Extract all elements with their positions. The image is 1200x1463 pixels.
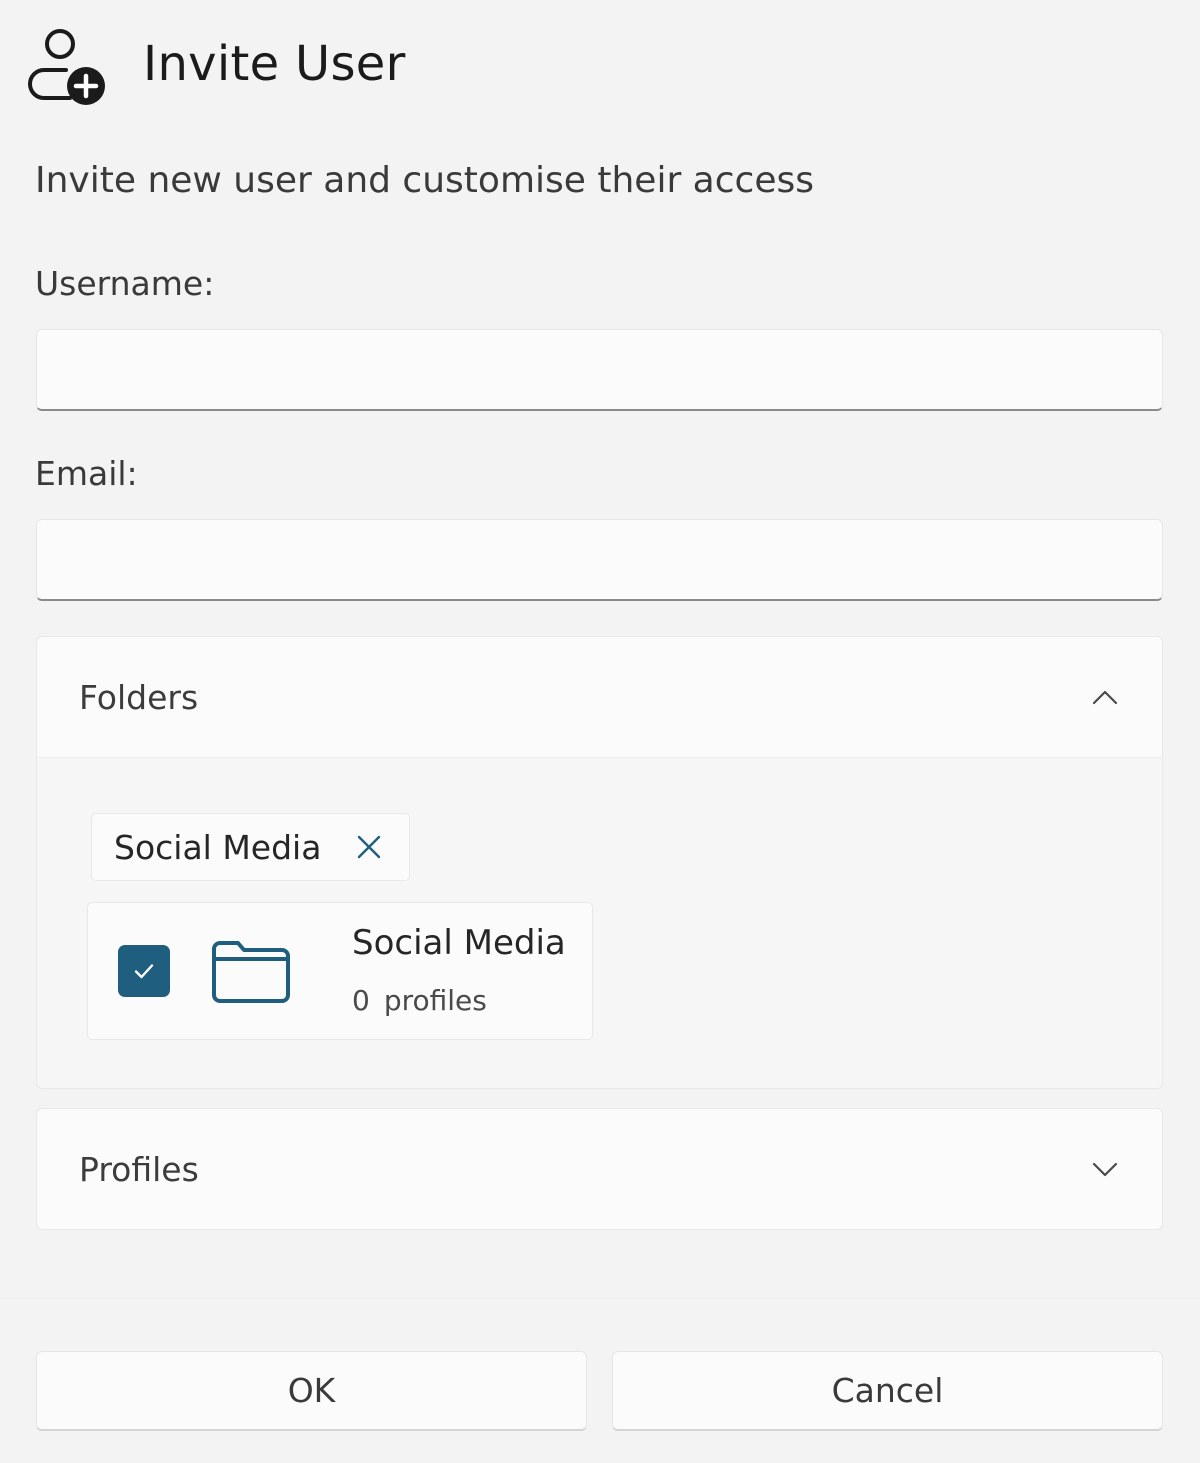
dialog-title: Invite User (143, 36, 406, 92)
selected-folder-tag: Social Media (91, 813, 411, 881)
folder-profile-count: 0 profiles (352, 983, 487, 1019)
profiles-section-header[interactable]: Profiles (37, 1109, 1162, 1229)
selected-folder-tag-label: Social Media (114, 827, 322, 867)
profiles-section: Profiles (36, 1108, 1163, 1230)
ok-button[interactable]: OK (36, 1351, 587, 1431)
cancel-button[interactable]: Cancel (612, 1351, 1163, 1431)
close-icon[interactable] (355, 833, 383, 861)
dialog-footer: OK Cancel (0, 1298, 1200, 1463)
dialog-subtitle: Invite new user and customise their acce… (35, 160, 814, 201)
user-add-icon (28, 29, 105, 105)
folders-section-header[interactable]: Folders (37, 637, 1162, 757)
folders-section: Folders Social Media Social Media 0 prof… (36, 636, 1163, 1089)
email-label: Email: (35, 454, 138, 493)
profile-count-label: profiles (383, 984, 487, 1017)
folders-section-body: Social Media Social Media 0 profiles (37, 757, 1162, 1088)
folder-icon (212, 941, 290, 1003)
folders-section-title: Folders (79, 677, 199, 717)
chevron-down-icon (1092, 1162, 1118, 1177)
folder-name: Social Media (352, 923, 566, 963)
profiles-section-title: Profiles (79, 1149, 199, 1189)
username-input[interactable] (36, 329, 1163, 411)
folder-list-item[interactable]: Social Media 0 profiles (87, 902, 593, 1040)
checkmark-icon (134, 964, 154, 979)
username-label: Username: (35, 264, 215, 303)
chevron-up-icon (1092, 690, 1118, 705)
invite-user-dialog: Invite User Invite new user and customis… (0, 0, 1200, 1463)
email-input[interactable] (36, 519, 1163, 601)
dialog-header: Invite User (26, 26, 406, 110)
folder-checkbox[interactable] (118, 945, 170, 997)
profile-count-value: 0 (352, 984, 370, 1017)
